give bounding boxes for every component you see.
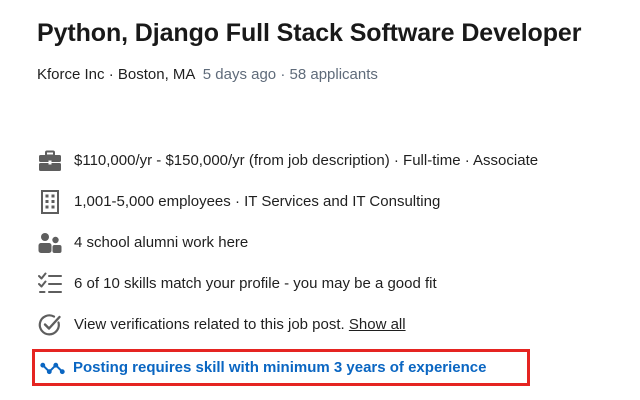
job-meta: Kforce Inc · Boston, MA 5 days ago · 58 … [37,65,627,85]
salary-text: $110,000/yr - $150,000/yr (from job desc… [74,152,539,169]
job-title: Python, Django Full Stack Software Devel… [37,19,582,47]
checklist-icon [37,271,63,297]
verifications-text: View verifications related to this job p… [74,315,406,335]
verifications-row: View verifications related to this job p… [37,312,627,338]
verifications-label: View verifications related to this job p… [74,316,349,333]
job-card: Python, Django Full Stack Software Devel… [37,16,627,85]
skill-requirement-text[interactable]: Posting requires skill with minimum 3 ye… [73,358,486,378]
building-icon [37,189,63,215]
show-all-link[interactable]: Show all [349,316,406,333]
verified-check-icon [37,312,63,338]
company-size-text: 1,001-5,000 employees · IT Services and … [74,193,441,210]
applicant-count: 58 applicants [289,66,378,83]
posted-date: 5 days ago [202,66,277,83]
skills-row: 6 of 10 skills match your profile - you … [37,271,627,297]
job-location: Boston, MA [117,66,195,83]
skill-requirement-highlight[interactable]: Posting requires skill with minimum 3 ye… [32,349,530,386]
skill-insight-icon [40,355,66,381]
company-size-row: 1,001-5,000 employees · IT Services and … [37,189,627,215]
people-icon [37,230,63,256]
meta-separator: · [276,66,290,83]
alumni-row: 4 school alumni work here [37,230,627,256]
alumni-text[interactable]: 4 school alumni work here [74,233,248,253]
briefcase-icon [37,148,63,174]
company-name[interactable]: Kforce Inc [37,66,105,83]
skills-text[interactable]: 6 of 10 skills match your profile - you … [74,274,437,294]
meta-separator: · [104,66,118,83]
salary-row: $110,000/yr - $150,000/yr (from job desc… [37,148,627,174]
